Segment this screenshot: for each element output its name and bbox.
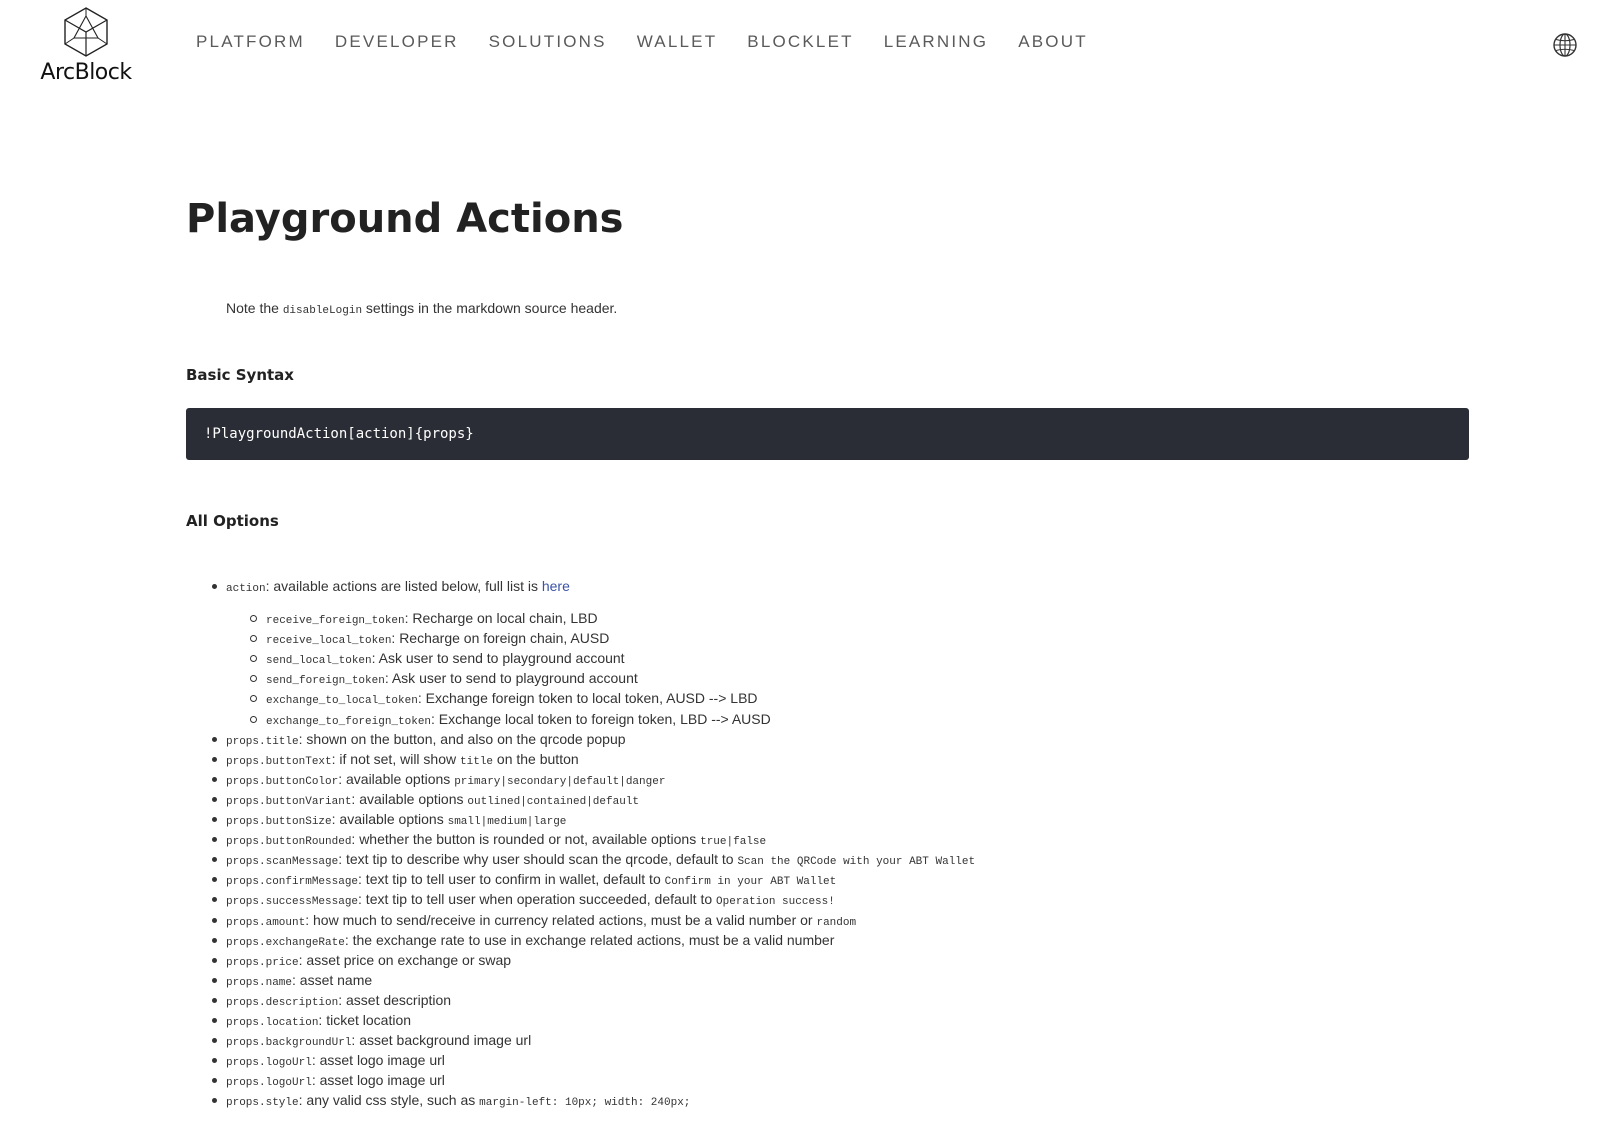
list-item: props.scanMessage: text tip to describe … xyxy=(212,849,1466,869)
list-item: props.buttonText: if not set, will show … xyxy=(212,749,1466,769)
basic-syntax-heading: Basic Syntax xyxy=(186,366,294,384)
list-item: props.backgroundUrl: asset background im… xyxy=(212,1030,1466,1050)
list-item: props.location: ticket location xyxy=(212,1010,1466,1030)
list-item: props.buttonSize: available options smal… xyxy=(212,809,1466,829)
brand-name: ArcBlock xyxy=(40,60,132,85)
note-suffix: settings in the markdown source header. xyxy=(362,300,618,316)
note-prefix: Note the xyxy=(226,300,283,316)
nav-item-developer[interactable]: DEVELOPER xyxy=(335,32,459,52)
site-header: ArcBlock PLATFORM DEVELOPER SOLUTIONS WA… xyxy=(0,0,1616,100)
list-item: receive_local_token: Recharge on foreign… xyxy=(226,628,1466,648)
list-item: send_local_token: Ask user to send to pl… xyxy=(226,648,1466,668)
source-note: Note the disableLogin settings in the ma… xyxy=(226,300,617,317)
page-title: Playground Actions xyxy=(186,196,624,242)
list-item: props.style: any valid css style, such a… xyxy=(212,1090,1466,1110)
nav-item-learning[interactable]: LEARNING xyxy=(884,32,989,52)
main-nav: PLATFORM DEVELOPER SOLUTIONS WALLET BLOC… xyxy=(196,32,1118,52)
nav-item-platform[interactable]: PLATFORM xyxy=(196,32,305,52)
full-list-link[interactable]: here xyxy=(542,578,570,594)
brand-logo[interactable]: ArcBlock xyxy=(36,6,136,90)
list-item: props.title: shown on the button, and al… xyxy=(212,729,1466,749)
language-switcher[interactable] xyxy=(1552,32,1578,58)
options-list: action: available actions are listed bel… xyxy=(212,576,1466,1110)
list-item: props.logoUrl: asset logo image url xyxy=(212,1050,1466,1070)
syntax-code: !PlaygroundAction[action]{props} xyxy=(204,426,474,442)
list-item: props.buttonVariant: available options o… xyxy=(212,789,1466,809)
list-item: props.confirmMessage: text tip to tell u… xyxy=(212,869,1466,889)
list-item: props.name: asset name xyxy=(212,970,1466,990)
list-item: props.description: asset description xyxy=(212,990,1466,1010)
nav-item-solutions[interactable]: SOLUTIONS xyxy=(489,32,607,52)
list-item: props.buttonRounded: whether the button … xyxy=(212,829,1466,849)
list-item: send_foreign_token: Ask user to send to … xyxy=(226,668,1466,688)
list-item: props.amount: how much to send/receive i… xyxy=(212,910,1466,930)
hexagon-cube-logo-icon xyxy=(64,7,108,57)
all-options-heading: All Options xyxy=(186,512,279,530)
list-item: exchange_to_local_token: Exchange foreig… xyxy=(226,688,1466,708)
syntax-code-block: !PlaygroundAction[action]{props} xyxy=(186,408,1469,460)
list-item: props.exchangeRate: the exchange rate to… xyxy=(212,930,1466,950)
nav-item-wallet[interactable]: WALLET xyxy=(637,32,718,52)
list-item: action: available actions are listed bel… xyxy=(212,576,1466,596)
globe-icon xyxy=(1553,33,1577,57)
nav-item-about[interactable]: ABOUT xyxy=(1018,32,1088,52)
list-item: receive_foreign_token: Recharge on local… xyxy=(226,608,1466,628)
list-item: props.buttonColor: available options pri… xyxy=(212,769,1466,789)
list-item: props.price: asset price on exchange or … xyxy=(212,950,1466,970)
list-item: exchange_to_foreign_token: Exchange loca… xyxy=(226,709,1466,729)
note-code: disableLogin xyxy=(282,305,363,317)
list-item: props.successMessage: text tip to tell u… xyxy=(212,889,1466,909)
list-item: props.logoUrl: asset logo image url xyxy=(212,1070,1466,1090)
nav-item-blocklet[interactable]: BLOCKLET xyxy=(747,32,853,52)
